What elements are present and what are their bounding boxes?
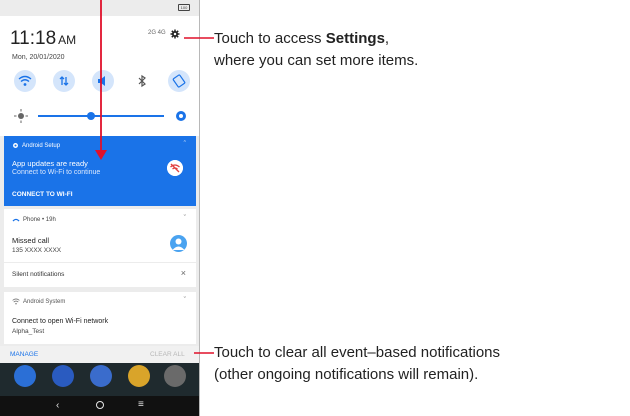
home-screen-strip: ‹ ≡ — [0, 363, 199, 416]
quick-settings-panel: 11:18 AM Mon, 20/01/2020 2G 4G — [0, 16, 199, 136]
wifi-icon — [18, 75, 32, 86]
avatar-icon — [170, 235, 187, 252]
rotate-icon — [172, 74, 186, 88]
network-name: Alpha_Test — [12, 328, 45, 335]
annotation-text: Touch to access — [214, 30, 326, 47]
clock-time: 11:18 — [10, 28, 57, 49]
notification-title: Connect to open Wi-Fi network — [12, 318, 109, 325]
home-nav-icon[interactable] — [96, 401, 104, 409]
wifi-off-icon — [167, 160, 183, 176]
rotate-tile[interactable] — [168, 70, 190, 92]
brightness-high-icon — [176, 111, 186, 121]
date-text: Mon, 20/01/2020 — [12, 54, 65, 61]
contacts-app-icon[interactable] — [52, 365, 74, 387]
chevron-down-icon[interactable]: ˇ — [184, 215, 186, 222]
clock-ampm: AM — [58, 33, 77, 47]
missed-call-notification[interactable]: Phone • 19h ˇ Missed call 135 XXXX XXXX — [4, 209, 196, 262]
brightness-track[interactable] — [38, 115, 164, 117]
wifi-tile[interactable] — [14, 70, 36, 92]
close-icon[interactable]: × — [181, 268, 186, 278]
android-setup-notification[interactable]: Android Setup ˆ App updates are ready Co… — [4, 136, 196, 206]
phone-icon — [12, 218, 20, 222]
clear-annotation: Touch to clear all event–based notificat… — [214, 342, 500, 386]
brightness-slider[interactable] — [14, 109, 189, 123]
bluetooth-icon — [138, 74, 146, 88]
connect-wifi-button[interactable]: CONNECT TO WI-FI — [12, 191, 73, 198]
gear-icon[interactable] — [170, 29, 180, 39]
clock: 11:18 AM — [10, 28, 76, 50]
volume-tile[interactable] — [92, 70, 114, 92]
settings-annotation: Touch to access Settings, where you can s… — [214, 28, 418, 72]
notification-header: Android System — [12, 298, 65, 305]
battery-icon: 100 — [178, 4, 190, 11]
data-tile[interactable] — [53, 70, 75, 92]
notification-app-name: Phone • 19h — [23, 217, 56, 224]
annotation-text: (other ongoing notifications will remain… — [214, 366, 479, 383]
annotation-text: where you can set more items. — [214, 52, 419, 69]
clear-all-button[interactable]: CLEAR ALL — [150, 351, 185, 358]
annotation-bold: Settings — [325, 30, 385, 47]
browser-app-icon[interactable] — [128, 365, 150, 387]
notification-footer: MANAGE CLEAR ALL — [0, 346, 199, 363]
manage-button[interactable]: MANAGE — [10, 351, 38, 358]
recents-nav-icon[interactable]: ≡ — [138, 399, 144, 410]
brightness-low-icon — [14, 109, 28, 123]
notification-title: Missed call — [12, 236, 50, 245]
android-system-notification[interactable]: Android System ˇ Connect to open Wi-Fi n… — [4, 292, 196, 344]
caller-number: 135 XXXX XXXX — [12, 247, 62, 254]
notification-title: App updates are ready — [12, 159, 88, 168]
annotation-text: Touch to clear all event–based notificat… — [214, 344, 501, 361]
signal-indicator: 2G 4G — [148, 30, 166, 36]
navigation-bar: ‹ ≡ — [0, 396, 199, 416]
volume-icon — [98, 76, 105, 86]
silent-notifications-header: Silent notifications × — [4, 263, 196, 287]
phone-app-icon[interactable] — [14, 365, 36, 387]
quick-tiles — [14, 70, 194, 92]
gear-icon — [13, 143, 18, 148]
silent-notifications-label: Silent notifications — [12, 271, 65, 278]
camera-app-icon[interactable] — [164, 365, 186, 387]
notification-app-name: Android System — [23, 299, 66, 306]
annotation-text: , — [384, 30, 390, 47]
chevron-down-icon[interactable]: ˇ — [184, 297, 186, 304]
notification-text: Connect to Wi-Fi to continue — [12, 169, 101, 176]
notification-header: Phone • 19h — [12, 216, 56, 223]
notification-header: Android Setup — [12, 142, 60, 149]
phone-screen: 100 11:18 AM Mon, 20/01/2020 2G 4G Andro… — [0, 0, 200, 416]
wifi-icon — [12, 298, 20, 305]
chevron-up-icon[interactable]: ˆ — [184, 141, 186, 148]
status-bar: 100 — [0, 0, 199, 16]
bluetooth-tile[interactable] — [131, 70, 153, 92]
notification-app-name: Android Setup — [22, 143, 61, 150]
data-icon — [59, 76, 69, 86]
back-nav-icon[interactable]: ‹ — [56, 400, 59, 411]
messages-app-icon[interactable] — [90, 365, 112, 387]
brightness-thumb[interactable] — [87, 112, 95, 120]
